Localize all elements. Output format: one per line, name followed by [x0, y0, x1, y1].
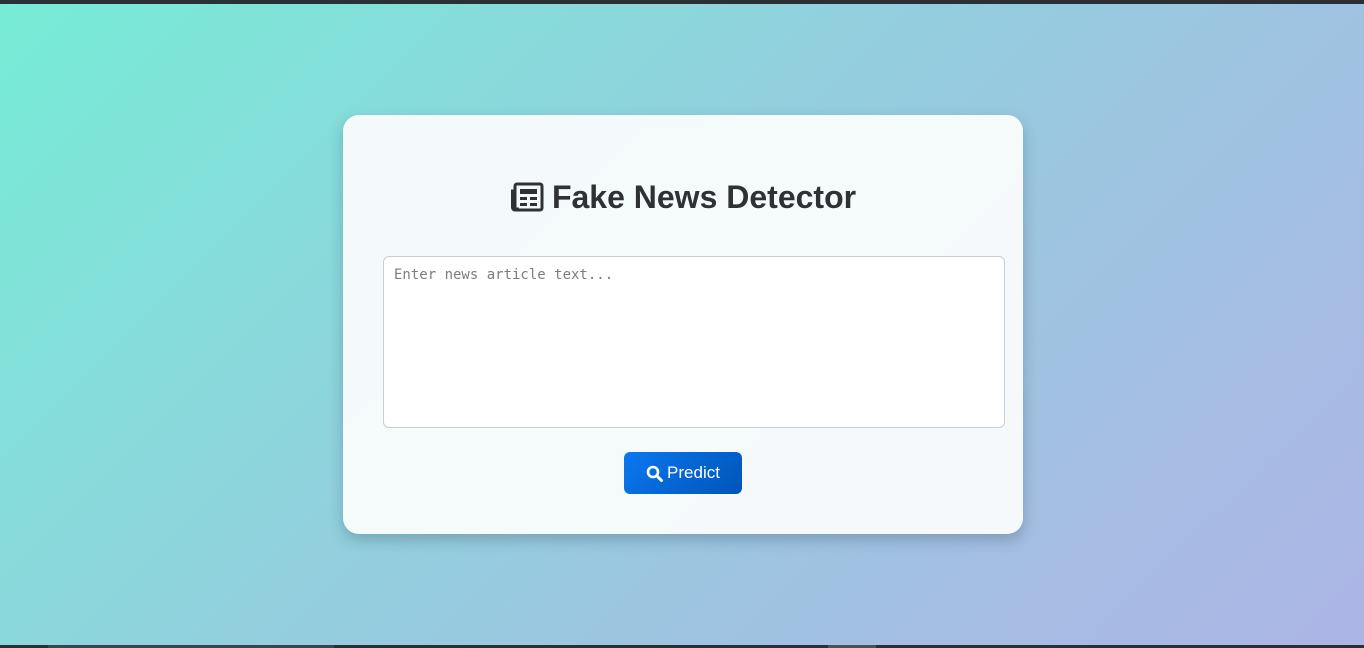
- page-title-text: Fake News Detector: [551, 178, 857, 215]
- newspaper-icon: [510, 182, 544, 212]
- detector-card: Fake News Detector Predict: [343, 115, 1023, 534]
- page-title: Fake News Detector: [343, 177, 1023, 217]
- search-icon: [646, 465, 664, 482]
- browser-top-edge: [0, 0, 1364, 4]
- article-text-input[interactable]: [383, 256, 1005, 428]
- predict-button[interactable]: Predict: [624, 452, 742, 494]
- predict-button-label: Predict: [667, 463, 720, 482]
